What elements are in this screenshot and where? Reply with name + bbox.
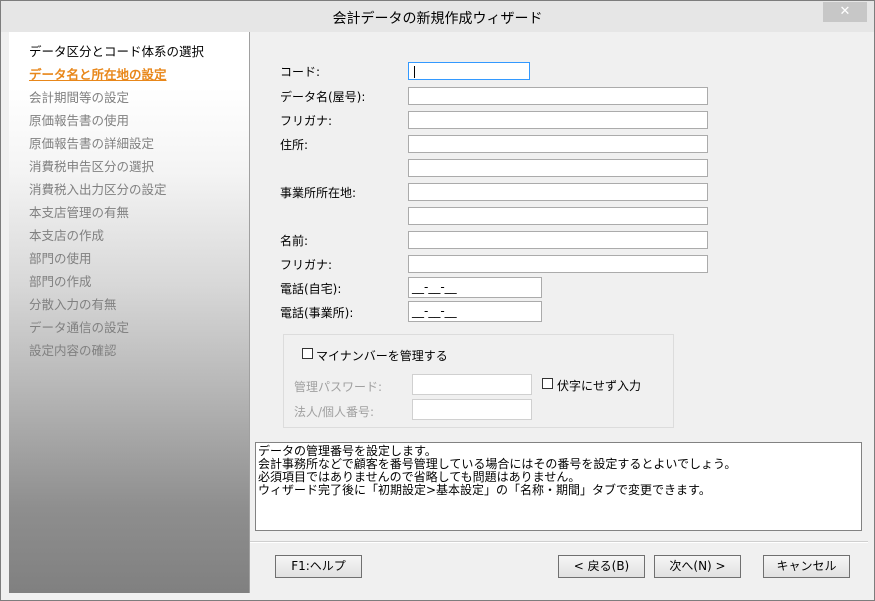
no-mask-label[interactable]: 伏字にせず入力 <box>557 377 641 394</box>
wizard-window: 会計データの新規作成ウィザード ✕ データ区分とコード体系の選択 データ名と所在… <box>0 0 875 601</box>
data-name-kana-label: フリガナ: <box>280 114 333 128</box>
mynumber-input[interactable] <box>412 399 532 420</box>
text-caret <box>414 65 415 78</box>
mynumber-manage-checkbox[interactable] <box>302 348 313 359</box>
code-input[interactable] <box>408 62 530 80</box>
close-icon: ✕ <box>839 4 851 19</box>
next-button[interactable]: 次へ(N) > <box>654 555 741 578</box>
help-text-box: データの管理番号を設定します。 会計事務所などで顧客を番号管理している場合にはそ… <box>255 442 862 531</box>
help-button[interactable]: F1:ヘルプ <box>275 555 362 578</box>
person-kana-label: フリガナ: <box>280 258 333 272</box>
close-button[interactable]: ✕ <box>823 2 867 22</box>
step-data-name-location: データ名と所在地の設定 <box>29 67 167 82</box>
tel-home-input[interactable]: __-__-__ <box>408 277 542 298</box>
help-text-line: ウィザード完了後に「初期設定>基本設定」の「名称・期間」タブで変更できます。 <box>258 483 711 497</box>
wizard-steps-sidebar: データ区分とコード体系の選択 データ名と所在地の設定 会計期間等の設定 原価報告… <box>9 32 250 593</box>
code-label: コード: <box>280 65 321 79</box>
office-line2-input[interactable] <box>408 207 708 225</box>
step-data-category: データ区分とコード体系の選択 <box>29 44 205 59</box>
title-bar: 会計データの新規作成ウィザード ✕ <box>1 1 874 32</box>
back-button[interactable]: < 戻る(B) <box>558 555 645 578</box>
mynumber-label: 法人/個人番号: <box>294 405 375 419</box>
person-kana-input[interactable] <box>408 255 708 273</box>
tel-office-label: 電話(事業所): <box>280 306 354 320</box>
tel-office-input[interactable]: __-__-__ <box>408 301 542 322</box>
address-label: 住所: <box>280 138 309 152</box>
wizard-content: コード: データ名(屋号): フリガナ: 住所: 事業所所在地: 名前: フリガ… <box>250 32 868 593</box>
step-department-use: 部門の使用 <box>29 251 92 266</box>
address-line2-input[interactable] <box>408 159 708 177</box>
step-department-create: 部門の作成 <box>29 274 92 289</box>
step-cost-report-use: 原価報告書の使用 <box>29 113 130 128</box>
cancel-button[interactable]: キャンセル <box>763 555 850 578</box>
office-line1-input[interactable] <box>408 183 708 201</box>
step-distributed-input: 分散入力の有無 <box>29 297 117 312</box>
step-accounting-period: 会計期間等の設定 <box>29 90 130 105</box>
password-input[interactable] <box>412 374 532 395</box>
data-name-input[interactable] <box>408 87 708 105</box>
footer-divider <box>250 541 868 543</box>
person-name-label: 名前: <box>280 234 309 248</box>
mynumber-manage-label[interactable]: マイナンバーを管理する <box>316 347 448 364</box>
password-label: 管理パスワード: <box>294 380 383 394</box>
address-line1-input[interactable] <box>408 135 708 153</box>
window-title: 会計データの新規作成ウィザード <box>332 11 543 27</box>
step-tax-declaration: 消費税申告区分の選択 <box>29 159 155 174</box>
step-data-communication: データ通信の設定 <box>29 320 130 335</box>
person-name-input[interactable] <box>408 231 708 249</box>
tel-home-label: 電話(自宅): <box>280 282 342 296</box>
step-tax-io-category: 消費税入出力区分の設定 <box>29 182 167 197</box>
step-branch-create: 本支店の作成 <box>29 228 105 243</box>
office-location-label: 事業所所在地: <box>280 186 357 200</box>
step-confirm-settings: 設定内容の確認 <box>29 343 117 358</box>
step-branch-management: 本支店管理の有無 <box>29 205 130 220</box>
no-mask-checkbox[interactable] <box>542 378 553 389</box>
data-name-label: データ名(屋号): <box>280 90 366 104</box>
data-name-kana-input[interactable] <box>408 111 708 129</box>
step-cost-report-detail: 原価報告書の詳細設定 <box>29 136 155 151</box>
